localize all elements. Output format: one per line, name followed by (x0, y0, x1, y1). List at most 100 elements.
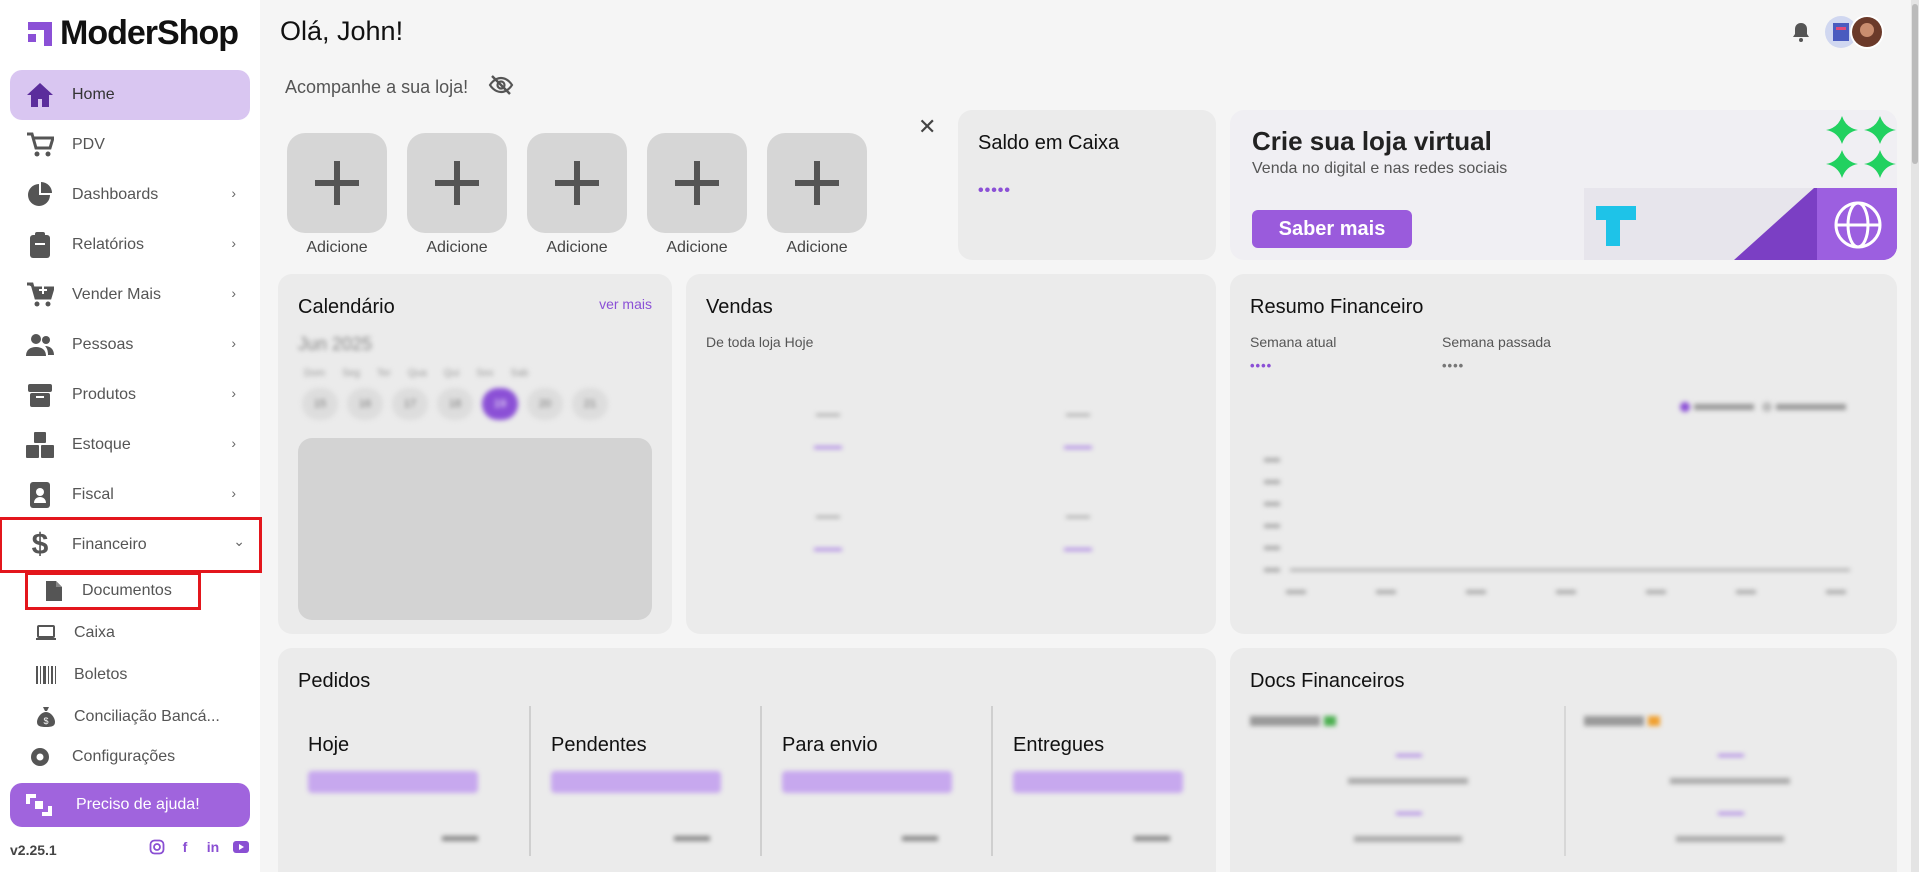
plus-icon (795, 161, 839, 205)
divider (1564, 706, 1566, 856)
sidebar-item-relatorios[interactable]: Relatórios › (10, 220, 250, 270)
sidebar-item-dashboards[interactable]: Dashboards › (10, 170, 250, 220)
quick-add-item: Adicione (767, 133, 867, 257)
saldo-card: Saldo em Caixa ••••• (958, 110, 1216, 260)
bell-icon[interactable] (1792, 22, 1810, 47)
close-icon[interactable]: ✕ (918, 114, 936, 140)
scrollbar-thumb[interactable] (1912, 4, 1918, 164)
pedidos-value-bar (308, 771, 478, 793)
banner-illustration (1584, 116, 1897, 260)
add-shortcut-label: Adicione (666, 239, 728, 256)
youtube-icon[interactable] (232, 838, 250, 856)
calendar-date[interactable]: 17 (392, 388, 428, 420)
entradas-placeholder (1250, 716, 1320, 726)
calendar-events-panel (298, 438, 652, 620)
avatar[interactable] (1823, 14, 1887, 50)
add-shortcut-button[interactable] (287, 133, 387, 233)
resumo-title: Resumo Financeiro (1250, 296, 1424, 318)
pedidos-col-hoje[interactable]: Hoje (308, 706, 478, 856)
sidebar-item-vender-mais[interactable]: Vender Mais › (10, 270, 250, 320)
linkedin-icon[interactable]: in (204, 838, 222, 856)
entradas-arrow-placeholder (1324, 716, 1336, 726)
saber-mais-button[interactable]: Saber mais (1252, 210, 1412, 248)
calendar-date[interactable]: 16 (347, 388, 383, 420)
saldo-title: Saldo em Caixa (978, 132, 1120, 154)
pedidos-col-entregues[interactable]: Entregues (1013, 706, 1183, 856)
weekday-label: Sab (510, 368, 529, 379)
sidebar-item-estoque[interactable]: Estoque › (10, 420, 250, 470)
semana-atual-label: Semana atual (1250, 334, 1337, 350)
money-bag-icon: $ (34, 705, 58, 729)
add-shortcut-label: Adicione (306, 239, 368, 256)
sidebar-item-label: Configurações (72, 748, 176, 765)
saidas-placeholder (1584, 716, 1644, 726)
chevron-right-icon: › (231, 185, 236, 201)
help-icon (24, 792, 56, 818)
docs-placeholder-line (1396, 812, 1422, 815)
promo-banner[interactable]: Crie sua loja virtual Venda no digital e… (1230, 110, 1897, 260)
docs-placeholder-line (1348, 778, 1468, 784)
sidebar-subitem-boletos[interactable]: Boletos (10, 654, 250, 696)
vendas-placeholder-line (814, 446, 842, 449)
add-shortcut-button[interactable] (407, 133, 507, 233)
add-shortcut-button[interactable] (647, 133, 747, 233)
sidebar-subitem-documentos[interactable]: Documentos (25, 572, 201, 610)
docs-placeholder-line (1354, 836, 1462, 842)
help-button[interactable]: Preciso de ajuda! (10, 783, 250, 827)
pedidos-value-bar (551, 771, 721, 793)
sidebar-item-label: Estoque (72, 436, 131, 453)
eye-off-icon[interactable] (488, 74, 514, 101)
resumo-chart-placeholder (1264, 402, 1850, 594)
follow-store: Acompanhe a sua loja! (285, 74, 514, 101)
sidebar-item-configuracoes[interactable]: Configurações (10, 742, 250, 772)
docs-placeholder-line (1676, 836, 1784, 842)
sidebar-subitem-conciliacao[interactable]: $ Conciliação Bancá... (10, 696, 250, 738)
social-links: f in (148, 838, 250, 856)
pedidos-col-pendentes[interactable]: Pendentes (551, 706, 721, 856)
plus-icon (555, 161, 599, 205)
sidebar-item-pdv[interactable]: PDV (10, 120, 250, 170)
scrollbar[interactable] (1911, 0, 1919, 872)
semana-passada-value: •••• (1442, 358, 1465, 373)
saidas-arrow-placeholder (1648, 716, 1660, 726)
chevron-right-icon: › (231, 385, 236, 401)
ver-mais-link[interactable]: ver mais (599, 296, 652, 312)
calendar-card: Calendário ver mais Jun 2025 Dom Seg Ter… (278, 274, 672, 634)
instagram-icon[interactable] (148, 838, 166, 856)
pedidos-count-placeholder (902, 836, 938, 841)
sidebar-item-home[interactable]: Home (10, 70, 250, 120)
chevron-right-icon: › (231, 435, 236, 451)
calendar-date[interactable]: 21 (572, 388, 608, 420)
add-shortcut-label: Adicione (546, 239, 608, 256)
calendar-date[interactable]: 18 (437, 388, 473, 420)
docs-placeholder-line (1670, 778, 1790, 784)
facebook-icon[interactable]: f (176, 838, 194, 856)
resumo-financeiro-card: Resumo Financeiro Semana atual Semana pa… (1230, 274, 1897, 634)
quick-add-item: Adicione (407, 133, 507, 257)
sidebar-item-pessoas[interactable]: Pessoas › (10, 320, 250, 370)
sidebar-item-produtos[interactable]: Produtos › (10, 370, 250, 420)
pedidos-col-label: Entregues (1013, 734, 1105, 756)
vendas-card: Vendas De toda loja Hoje (686, 274, 1216, 634)
pedidos-col-label: Para envio (782, 734, 878, 756)
divider (991, 706, 993, 856)
sidebar-item-label: Produtos (72, 386, 137, 403)
add-shortcut-button[interactable] (527, 133, 627, 233)
calendar-date-selected[interactable]: 19 (482, 388, 518, 420)
pedidos-col-label: Pendentes (551, 734, 647, 756)
sidebar-item-financeiro[interactable]: $ Financeiro ⌄ (0, 517, 262, 573)
document-icon (42, 579, 66, 603)
sidebar-item-label: Home (72, 86, 115, 103)
add-shortcut-button[interactable] (767, 133, 867, 233)
quick-add-item: Adicione (287, 133, 387, 257)
pedidos-col-para-envio[interactable]: Para envio (782, 706, 952, 856)
calendar-date[interactable]: 15 (302, 388, 338, 420)
logo[interactable]: ModerShop (26, 14, 239, 53)
sidebar-subitem-caixa[interactable]: Caixa (10, 612, 250, 654)
banner-title: Crie sua loja virtual (1252, 126, 1492, 156)
sidebar-item-fiscal[interactable]: Fiscal › (10, 470, 250, 520)
weekday-label: Ter (376, 368, 391, 379)
calendar-date[interactable]: 20 (527, 388, 563, 420)
sidebar-item-label: Dashboards (72, 186, 159, 203)
docs-placeholder-line (1718, 754, 1744, 757)
